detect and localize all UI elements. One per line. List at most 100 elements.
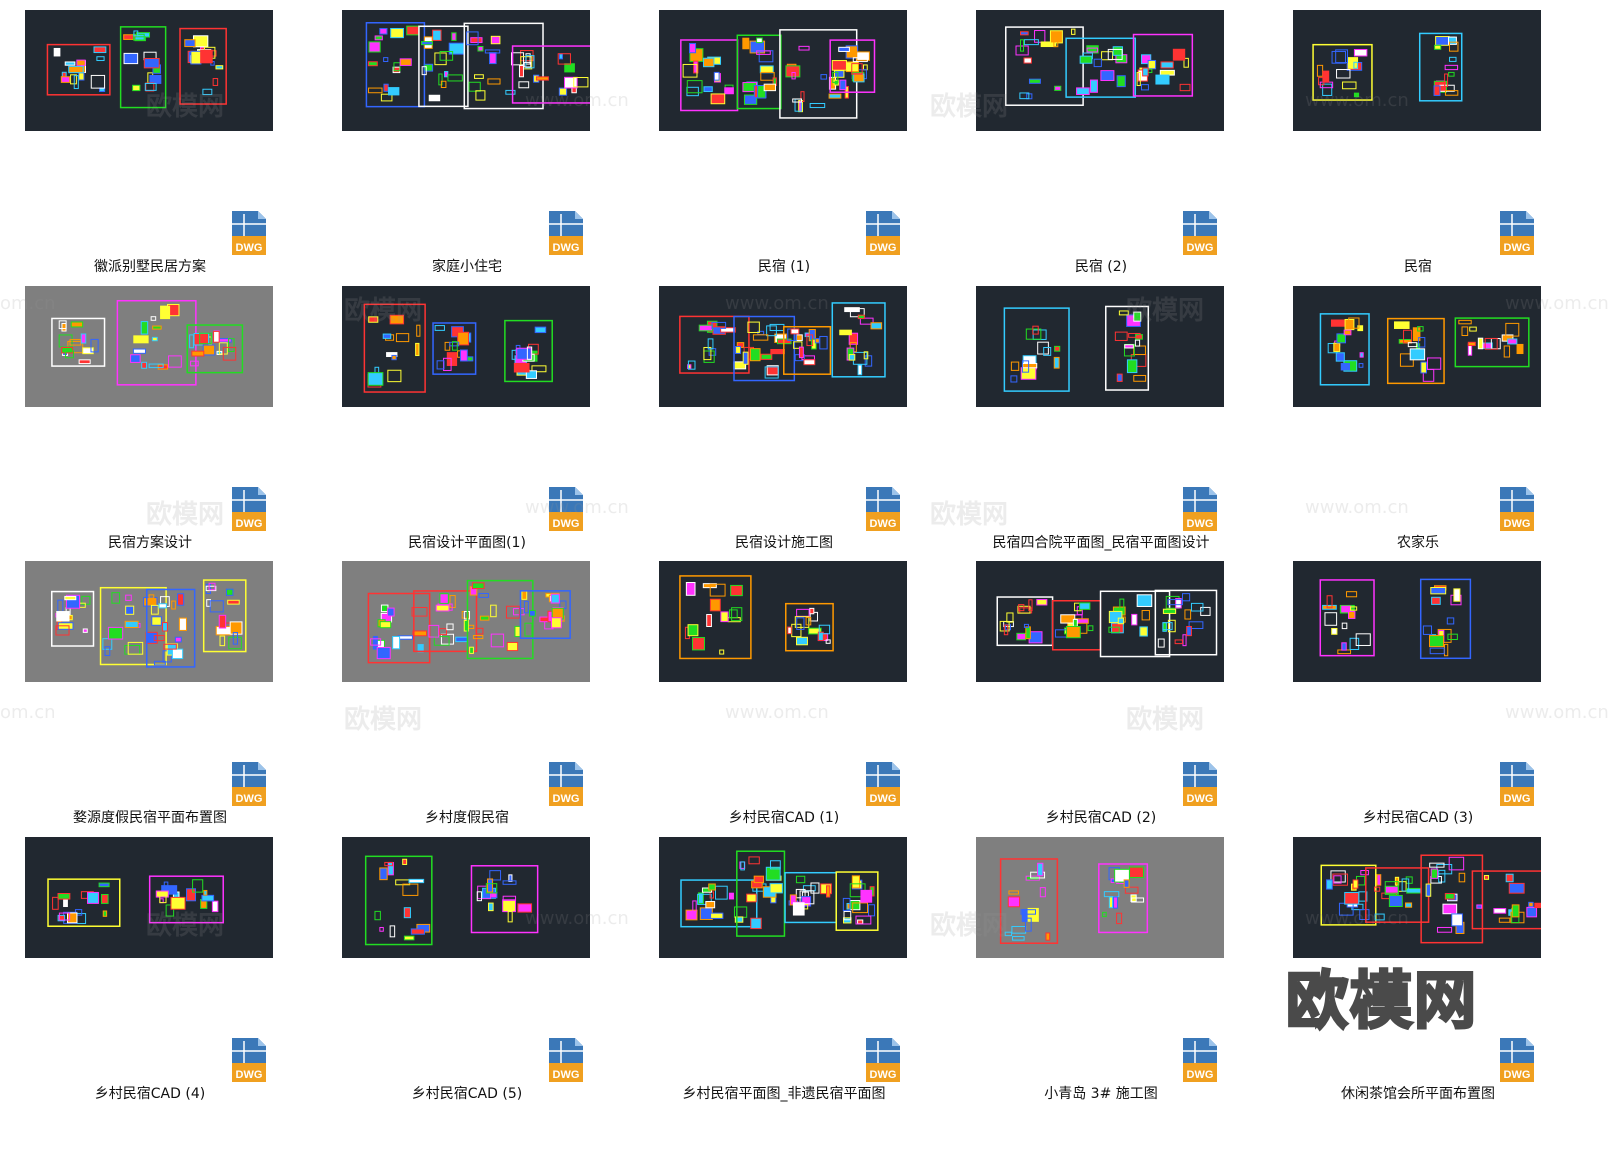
- svg-text:DWG: DWG: [1504, 242, 1531, 254]
- file-name[interactable]: 乡村民宿CAD (1): [634, 807, 934, 827]
- file-name[interactable]: 徽派别墅民居方案: [0, 256, 300, 276]
- file-item[interactable]: DWG 徽派别墅民居方案: [0, 0, 317, 275]
- file-thumbnail[interactable]: [659, 837, 907, 958]
- dwg-file-icon: DWG: [865, 761, 901, 807]
- dwg-file-icon: DWG: [1499, 486, 1535, 532]
- svg-text:DWG: DWG: [870, 793, 897, 805]
- file-item[interactable]: DWG 民宿方案设计: [0, 276, 317, 551]
- file-name[interactable]: 乡村民宿CAD (5): [317, 1083, 617, 1103]
- file-name[interactable]: 休闲茶馆会所平面布置图: [1268, 1083, 1568, 1103]
- file-thumbnail[interactable]: [1293, 561, 1541, 682]
- file-item[interactable]: DWG 乡村度假民宿: [317, 551, 634, 826]
- svg-text:DWG: DWG: [553, 1069, 580, 1081]
- file-item[interactable]: DWG 家庭小住宅: [317, 0, 634, 275]
- dwg-file-icon: DWG: [1499, 761, 1535, 807]
- dwg-file-icon: DWG: [1182, 761, 1218, 807]
- dwg-file-icon: DWG: [548, 1037, 584, 1083]
- dwg-file-icon: DWG: [1182, 1037, 1218, 1083]
- file-thumbnail[interactable]: [976, 561, 1224, 682]
- file-thumbnail[interactable]: [25, 286, 273, 407]
- file-thumbnail[interactable]: [1293, 10, 1541, 131]
- file-thumbnail[interactable]: [25, 837, 273, 958]
- svg-text:DWG: DWG: [1187, 518, 1214, 530]
- file-item[interactable]: DWG 婺源度假民宿平面布置图: [0, 551, 317, 826]
- dwg-file-icon: DWG: [865, 1037, 901, 1083]
- file-item[interactable]: DWG 民宿 (2): [951, 0, 1268, 275]
- svg-text:DWG: DWG: [1504, 518, 1531, 530]
- file-thumbnail[interactable]: [25, 10, 273, 131]
- svg-text:DWG: DWG: [1187, 1069, 1214, 1081]
- file-name[interactable]: 民宿四合院平面图_民宿平面图设计: [951, 532, 1251, 552]
- file-name[interactable]: 民宿设计平面图(1): [317, 532, 617, 552]
- file-name[interactable]: 乡村民宿CAD (2): [951, 807, 1251, 827]
- svg-text:DWG: DWG: [553, 242, 580, 254]
- svg-text:DWG: DWG: [870, 1069, 897, 1081]
- file-thumbnail[interactable]: [659, 10, 907, 131]
- dwg-file-icon: DWG: [865, 486, 901, 532]
- file-thumbnail[interactable]: [659, 286, 907, 407]
- svg-text:DWG: DWG: [1187, 793, 1214, 805]
- file-thumbnail[interactable]: [342, 286, 590, 407]
- file-name[interactable]: 婺源度假民宿平面布置图: [0, 807, 300, 827]
- file-name[interactable]: 民宿 (2): [951, 256, 1251, 276]
- file-name[interactable]: 小青岛 3# 施工图: [951, 1083, 1251, 1103]
- file-thumbnail[interactable]: [342, 561, 590, 682]
- svg-text:DWG: DWG: [870, 242, 897, 254]
- dwg-file-icon: DWG: [1499, 1037, 1535, 1083]
- file-name[interactable]: 乡村度假民宿: [317, 807, 617, 827]
- svg-text:DWG: DWG: [1504, 793, 1531, 805]
- file-item[interactable]: DWG 乡村民宿CAD (1): [634, 551, 951, 826]
- file-thumbnail[interactable]: [976, 286, 1224, 407]
- file-item[interactable]: DWG 民宿四合院平面图_民宿平面图设计: [951, 276, 1268, 551]
- brand-watermark: 欧模网: [1284, 963, 1479, 1039]
- svg-text:DWG: DWG: [1504, 1069, 1531, 1081]
- file-item[interactable]: DWG 农家乐: [1268, 276, 1585, 551]
- svg-text:DWG: DWG: [1187, 242, 1214, 254]
- file-name[interactable]: 民宿设计施工图: [634, 532, 934, 552]
- dwg-file-icon: DWG: [1182, 210, 1218, 256]
- file-thumbnail[interactable]: [659, 561, 907, 682]
- svg-text:DWG: DWG: [236, 242, 263, 254]
- file-item[interactable]: DWG 民宿 (1): [634, 0, 951, 275]
- dwg-file-icon: DWG: [231, 1037, 267, 1083]
- file-name[interactable]: 民宿: [1268, 256, 1568, 276]
- svg-text:DWG: DWG: [553, 793, 580, 805]
- dwg-file-icon: DWG: [1182, 486, 1218, 532]
- file-name[interactable]: 乡村民宿CAD (4): [0, 1083, 300, 1103]
- dwg-file-icon: DWG: [231, 761, 267, 807]
- file-item[interactable]: DWG 乡村民宿CAD (4): [0, 827, 317, 1102]
- dwg-file-icon: DWG: [231, 486, 267, 532]
- file-name[interactable]: 家庭小住宅: [317, 256, 617, 276]
- dwg-file-icon: DWG: [865, 210, 901, 256]
- file-item[interactable]: DWG 民宿: [1268, 0, 1585, 275]
- file-item[interactable]: DWG 民宿设计施工图: [634, 276, 951, 551]
- svg-text:DWG: DWG: [870, 518, 897, 530]
- file-thumbnail[interactable]: [342, 10, 590, 131]
- file-item[interactable]: DWG 乡村民宿CAD (2): [951, 551, 1268, 826]
- file-thumbnail[interactable]: [976, 10, 1224, 131]
- svg-text:DWG: DWG: [236, 1069, 263, 1081]
- file-item[interactable]: DWG 乡村民宿CAD (3): [1268, 551, 1585, 826]
- svg-text:DWG: DWG: [553, 518, 580, 530]
- file-thumbnail[interactable]: [342, 837, 590, 958]
- file-name[interactable]: 乡村民宿平面图_非遗民宿平面图: [634, 1083, 934, 1103]
- file-name[interactable]: 乡村民宿CAD (3): [1268, 807, 1568, 827]
- file-item[interactable]: DWG 民宿设计平面图(1): [317, 276, 634, 551]
- dwg-file-icon: DWG: [548, 210, 584, 256]
- svg-text:DWG: DWG: [236, 518, 263, 530]
- file-item[interactable]: DWG 乡村民宿CAD (5): [317, 827, 634, 1102]
- file-item[interactable]: DWG 小青岛 3# 施工图: [951, 827, 1268, 1102]
- dwg-file-icon: DWG: [231, 210, 267, 256]
- file-thumbnail[interactable]: [1293, 837, 1541, 958]
- svg-text:DWG: DWG: [236, 793, 263, 805]
- dwg-file-icon: DWG: [1499, 210, 1535, 256]
- file-name[interactable]: 民宿方案设计: [0, 532, 300, 552]
- file-name[interactable]: 民宿 (1): [634, 256, 934, 276]
- dwg-file-icon: DWG: [548, 761, 584, 807]
- file-thumbnail[interactable]: [976, 837, 1224, 958]
- dwg-file-icon: DWG: [548, 486, 584, 532]
- file-item[interactable]: DWG 乡村民宿平面图_非遗民宿平面图: [634, 827, 951, 1102]
- file-name[interactable]: 农家乐: [1268, 532, 1568, 552]
- file-thumbnail[interactable]: [25, 561, 273, 682]
- file-thumbnail[interactable]: [1293, 286, 1541, 407]
